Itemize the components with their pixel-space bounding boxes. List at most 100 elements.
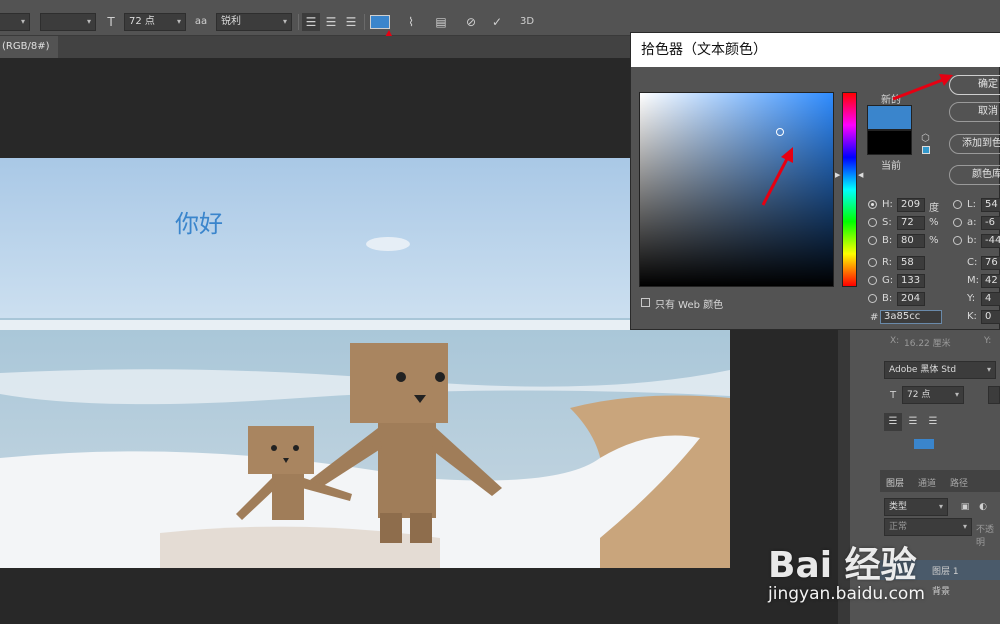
filter-adjust-icon[interactable]: ◐ bbox=[974, 498, 992, 516]
align-right-icon[interactable]: ☰ bbox=[342, 13, 360, 31]
s-label: S: bbox=[882, 217, 892, 228]
color-field-cursor[interactable] bbox=[776, 128, 784, 136]
b-field[interactable]: 80 bbox=[897, 234, 925, 248]
font-style-combo[interactable]: ▾ bbox=[40, 13, 96, 31]
font-family-value: Adobe 黑体 Std bbox=[889, 365, 957, 375]
baidu-watermark-url: jingyan.baidu.com bbox=[768, 584, 925, 604]
font-size-icon: T bbox=[889, 390, 897, 401]
tab-channels[interactable]: 通道 bbox=[918, 476, 936, 489]
annotation-arrow-ok bbox=[892, 74, 953, 101]
warp-text-icon[interactable]: ⌇ bbox=[402, 13, 420, 31]
blue-field[interactable]: 204 bbox=[897, 292, 925, 306]
lab-b-label: b: bbox=[967, 235, 977, 246]
tab-paths[interactable]: 路径 bbox=[950, 476, 968, 489]
font-size-icon: T bbox=[107, 15, 115, 29]
font-size-value: 72 点 bbox=[129, 16, 155, 27]
web-safe-cube-icon[interactable]: ⬡ bbox=[921, 133, 930, 144]
canvas-image: 你好 bbox=[0, 158, 730, 568]
cancel-icon[interactable]: ⊘ bbox=[462, 13, 480, 31]
radio-l[interactable] bbox=[953, 200, 962, 209]
align-right-icon[interactable]: ☰ bbox=[924, 413, 942, 431]
dialog-title: 拾色器（文本颜色） bbox=[631, 33, 1000, 67]
commit-icon[interactable]: ✓ bbox=[488, 13, 506, 31]
blend-mode-value: 正常 bbox=[889, 522, 908, 532]
a-field[interactable]: -6 bbox=[981, 216, 1000, 230]
radio-blue[interactable] bbox=[868, 294, 877, 303]
beach-photo bbox=[0, 158, 730, 568]
l-label: L: bbox=[967, 199, 976, 210]
hue-slider-handle-right[interactable]: ◀ bbox=[858, 171, 863, 179]
lab-b-field[interactable]: -44 bbox=[981, 234, 1000, 248]
text-color-swatch[interactable] bbox=[370, 15, 390, 29]
document-tab[interactable]: (RGB/8#) × bbox=[0, 36, 58, 74]
text-layer-hello[interactable]: 你好 bbox=[175, 204, 223, 239]
a-label: a: bbox=[967, 217, 977, 228]
web-only-checkbox[interactable] bbox=[641, 298, 650, 307]
color-field[interactable] bbox=[639, 92, 834, 287]
hex-label: # bbox=[870, 312, 879, 323]
text-color-fill bbox=[371, 16, 389, 28]
k-field[interactable]: 0 bbox=[981, 310, 1000, 324]
align-left-icon[interactable]: ☰ bbox=[884, 413, 902, 431]
document-tab-label: (RGB/8#) bbox=[2, 41, 50, 52]
radio-g[interactable] bbox=[868, 276, 877, 285]
r-label: R: bbox=[882, 257, 893, 268]
web-safe-swatch[interactable] bbox=[922, 146, 930, 154]
cancel-button[interactable]: 取消 bbox=[949, 102, 1000, 122]
tab-layers[interactable]: 图层 bbox=[886, 476, 904, 489]
tool-preset-combo[interactable]: ▾ bbox=[0, 13, 30, 31]
hue-slider-handle-left[interactable]: ▶ bbox=[835, 171, 840, 179]
radio-h[interactable] bbox=[868, 200, 877, 209]
h-label: H: bbox=[882, 199, 893, 210]
opacity-label: 不透明 bbox=[976, 525, 995, 548]
font-family-combo[interactable]: Adobe 黑体 Std ▾ bbox=[884, 361, 996, 379]
blue-label: B: bbox=[882, 293, 893, 304]
filter-pixel-icon[interactable]: ▣ bbox=[956, 498, 974, 516]
g-label: G: bbox=[882, 275, 894, 286]
h-field[interactable]: 209 bbox=[897, 198, 925, 212]
align-center-icon[interactable]: ☰ bbox=[904, 413, 922, 431]
antialias-icon: aa bbox=[194, 16, 208, 27]
layer-filter-value: 类型 bbox=[889, 502, 908, 512]
panel-font-size-combo[interactable]: 72 点 ▾ bbox=[902, 386, 964, 404]
g-field[interactable]: 133 bbox=[897, 274, 925, 288]
threed-button[interactable]: 3D bbox=[518, 13, 536, 31]
l-field[interactable]: 54 bbox=[981, 198, 1000, 212]
panel-color-swatch[interactable] bbox=[914, 439, 934, 449]
radio-s[interactable] bbox=[868, 218, 877, 227]
c-field[interactable]: 76 bbox=[981, 256, 1000, 270]
align-left-icon[interactable]: ☰ bbox=[302, 13, 320, 31]
layer-name-1[interactable]: 图层 1 bbox=[932, 564, 959, 577]
hue-slider[interactable] bbox=[842, 92, 857, 287]
separator bbox=[364, 14, 365, 30]
layer-filter-combo[interactable]: 类型 ▾ bbox=[884, 498, 948, 516]
add-to-swatches-button[interactable]: 添加到色 bbox=[949, 134, 1000, 154]
radio-r[interactable] bbox=[868, 258, 877, 267]
font-size-combo[interactable]: 72 点 ▾ bbox=[124, 13, 186, 31]
radio-lab-b[interactable] bbox=[953, 236, 962, 245]
layer-name-background[interactable]: 背景 bbox=[932, 584, 950, 597]
character-panel-icon[interactable]: ▤ bbox=[432, 13, 450, 31]
blend-mode-combo[interactable]: 正常 ▾ bbox=[884, 518, 972, 536]
color-picker-dialog: 拾色器（文本颜色） ▶ ◀ 只有 Web 颜色 新的 当前 ⬡ 确定 取消 添加… bbox=[630, 32, 1000, 330]
r-field[interactable]: 58 bbox=[897, 256, 925, 270]
c-label: C: bbox=[967, 257, 978, 268]
s-field[interactable]: 72 bbox=[897, 216, 925, 230]
m-field[interactable]: 42 bbox=[981, 274, 1000, 288]
new-color-swatch bbox=[867, 105, 912, 130]
x-value: 16.22 厘米 bbox=[904, 339, 951, 349]
s-unit: % bbox=[929, 217, 939, 228]
align-center-icon[interactable]: ☰ bbox=[322, 13, 340, 31]
radio-a[interactable] bbox=[953, 218, 962, 227]
current-color-swatch[interactable] bbox=[867, 130, 912, 155]
color-libraries-button[interactable]: 颜色库 bbox=[949, 165, 1000, 185]
radio-b[interactable] bbox=[868, 236, 877, 245]
antialias-value: 锐利 bbox=[221, 16, 241, 27]
hex-field[interactable]: 3a85cc bbox=[880, 310, 942, 324]
m-label: M: bbox=[967, 275, 979, 286]
antialias-combo[interactable]: 锐利 ▾ bbox=[216, 13, 292, 31]
panel-font-size-value: 72 点 bbox=[907, 390, 931, 400]
k-label: K: bbox=[967, 311, 977, 322]
leading-combo[interactable] bbox=[988, 386, 1000, 404]
y-field[interactable]: 4 bbox=[981, 292, 1000, 306]
